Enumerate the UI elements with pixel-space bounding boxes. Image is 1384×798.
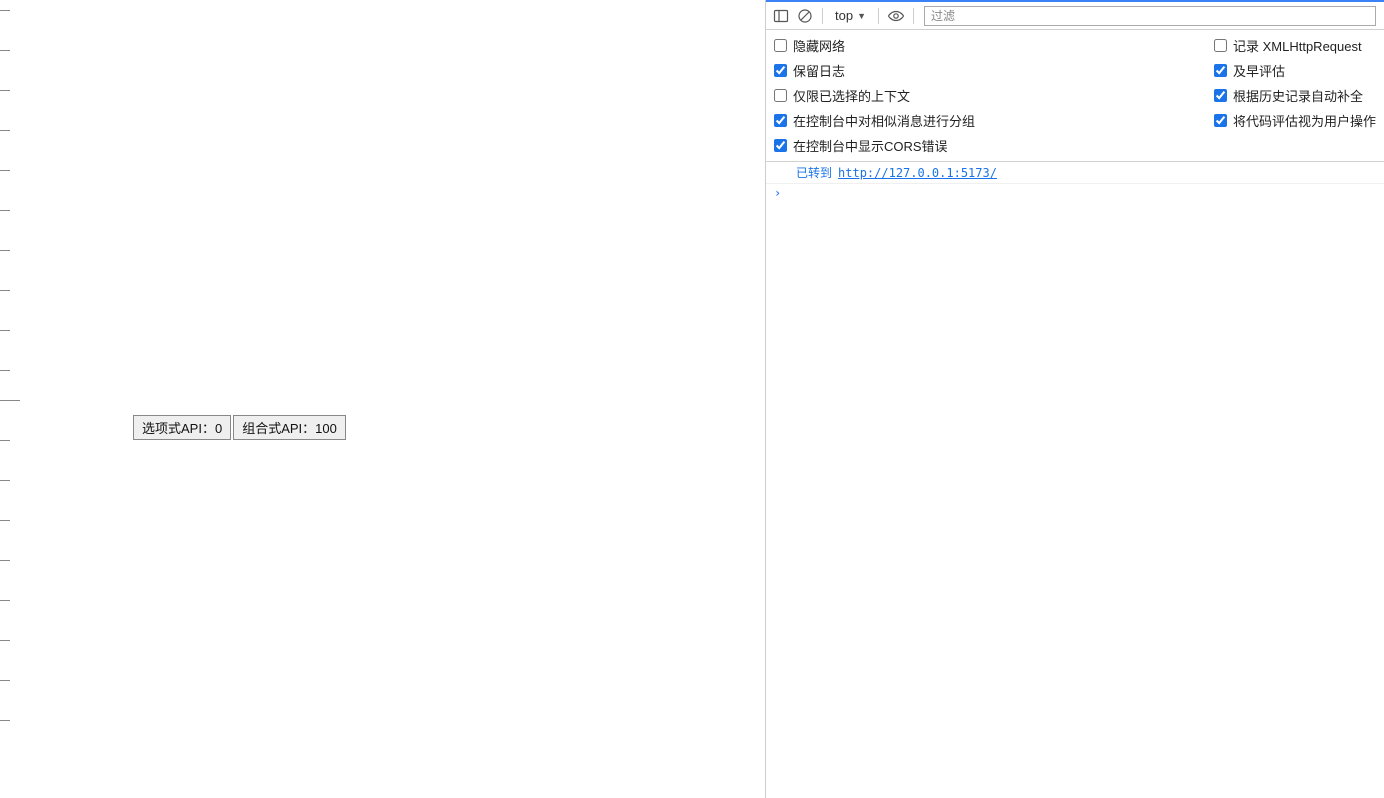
ruler-tick [0,640,10,641]
ruler-tick [0,50,10,51]
setting-label: 仅限已选择的上下文 [793,86,910,105]
toolbar-separator [822,8,823,24]
setting-label: 记录 XMLHttpRequest [1233,36,1362,55]
setting-autocomplete-history[interactable]: 根据历史记录自动补全 [1214,86,1376,105]
ruler-tick [0,250,10,251]
setting-eager-eval[interactable]: 及早评估 [1214,61,1376,80]
checkbox-group-similar[interactable] [774,114,787,127]
ruler-tick [0,600,10,601]
checkbox-preserve-log[interactable] [774,64,787,77]
setting-group-similar[interactable]: 在控制台中对相似消息进行分组 [774,111,1214,130]
checkbox-eager-eval[interactable] [1214,64,1227,77]
checkbox-log-xhr[interactable] [1214,39,1227,52]
navigated-label: 已转到 [796,164,832,181]
clear-console-icon[interactable] [794,5,816,27]
console-settings: 隐藏网络 记录 XMLHttpRequest 保留日志 及早评估 仅限已选择的上… [766,30,1384,162]
setting-label: 在控制台中显示CORS错误 [793,136,948,155]
ruler-tick [0,290,10,291]
ruler-tick [0,520,10,521]
checkbox-show-cors[interactable] [774,139,787,152]
ruler-tick [0,170,10,171]
console-prompt[interactable]: › [766,184,1384,202]
ruler-tick [0,130,10,131]
checkbox-autocomplete-history[interactable] [1214,89,1227,102]
setting-eval-as-user-action[interactable]: 将代码评估视为用户操作 [1214,111,1376,130]
setting-log-xhr[interactable]: 记录 XMLHttpRequest [1214,36,1376,55]
setting-label: 隐藏网络 [793,36,845,55]
prompt-arrow-icon: › [774,186,781,200]
context-selector[interactable]: top ▼ [829,5,872,27]
context-selector-label: top [835,8,853,23]
toolbar-separator [878,8,879,24]
page-preview-pane: 选项式API：0 组合式API：100 [0,0,766,798]
ruler-tick [0,90,10,91]
setting-preserve-log[interactable]: 保留日志 [774,61,1214,80]
ruler-tick [0,560,10,561]
ruler-tick [0,680,10,681]
ruler-tick [0,440,10,441]
options-api-button[interactable]: 选项式API：0 [133,415,231,440]
chevron-down-icon: ▼ [857,11,866,21]
page-button-row: 选项式API：0 组合式API：100 [133,415,346,440]
setting-selected-context[interactable]: 仅限已选择的上下文 [774,86,1214,105]
checkbox-hide-network[interactable] [774,39,787,52]
ruler-tick [0,480,10,481]
setting-label: 将代码评估视为用户操作 [1233,111,1376,130]
console-log-area[interactable]: 已转到 http://127.0.0.1:5173/ › [766,162,1384,798]
setting-label: 保留日志 [793,61,845,80]
ruler-tick [0,210,10,211]
setting-hide-network[interactable]: 隐藏网络 [774,36,1214,55]
setting-label: 及早评估 [1233,61,1285,80]
ruler-tick [0,400,20,401]
ruler-tick [0,370,10,371]
ruler-tick [0,10,10,11]
checkbox-eval-as-user-action[interactable] [1214,114,1227,127]
ruler-tick [0,330,10,331]
console-toolbar: top ▼ [766,2,1384,30]
checkbox-selected-context[interactable] [774,89,787,102]
toggle-sidebar-icon[interactable] [770,5,792,27]
toolbar-separator [913,8,914,24]
composition-api-button[interactable]: 组合式API：100 [233,415,346,440]
live-expression-icon[interactable] [885,5,907,27]
devtools-console-panel: top ▼ 隐藏网络 记录 XMLHttpRequest 保留日志 及早评估 [766,0,1384,798]
ruler-tick [0,720,10,721]
console-navigation-message: 已转到 http://127.0.0.1:5173/ [766,162,1384,184]
setting-label: 在控制台中对相似消息进行分组 [793,111,975,130]
filter-input[interactable] [924,6,1376,26]
setting-show-cors[interactable]: 在控制台中显示CORS错误 [774,136,1376,155]
setting-label: 根据历史记录自动补全 [1233,86,1363,105]
navigated-url-link[interactable]: http://127.0.0.1:5173/ [838,166,997,180]
